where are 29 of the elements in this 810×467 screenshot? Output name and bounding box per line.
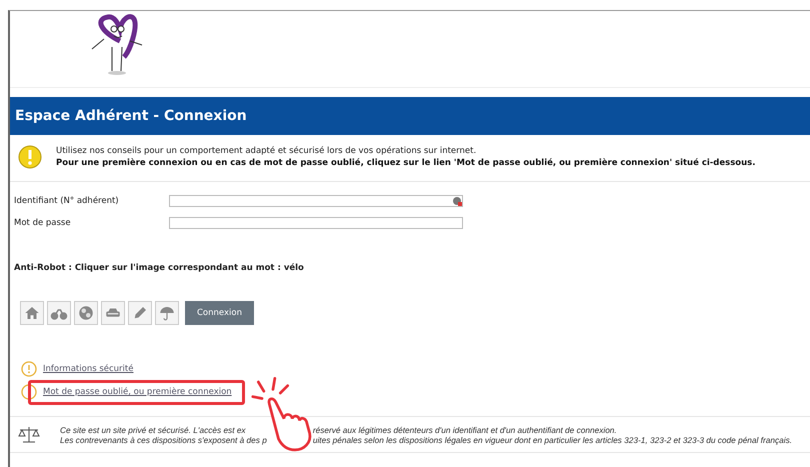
text-link[interactable]: Informations sécurité	[43, 364, 134, 374]
umbrella-icon	[158, 304, 176, 322]
text-link[interactable]: Mot de passe oublié, ou première connexion	[43, 387, 232, 397]
input-field[interactable]	[169, 195, 463, 207]
captcha-tile[interactable]	[74, 301, 98, 325]
notice-text: Utilisez nos conseils pour un comportement adapté et sécurisé lors de vos opérations sur internet.	[56, 146, 478, 156]
house-icon	[23, 304, 41, 322]
legal-text: uites pénales selon les dispositions légales en vigueur dont en particulier les articles 323-1, 323-2 et 323-3 du code pénal français.	[312, 435, 792, 445]
legal-text: réservé aux légitimes détenteurs d'un identifiant et d'un authentifiant de connexion.	[312, 425, 618, 435]
anti-robot-instruction: Anti-Robot : Cliquer sur l'image correspondant au mot : vélo	[14, 263, 305, 273]
notice-instruction: Pour une première connexion ou en cas de mot de passe oublié, cliquez sur le lien 'Mot de passe oublié, ou première connexion' situé ci-dessous.	[56, 158, 756, 168]
captcha-tile[interactable]	[47, 301, 71, 325]
captcha-tile[interactable]	[101, 301, 125, 325]
warning-icon	[18, 145, 42, 169]
field-label: Mot de passe	[14, 218, 72, 228]
field-label: Identifiant (N° adhérent)	[14, 196, 120, 206]
captcha-tile[interactable]	[128, 301, 152, 325]
alert-icon	[21, 361, 37, 377]
input-field[interactable]	[169, 217, 463, 229]
keyboard-icon	[452, 196, 462, 206]
login-button[interactable]: Connexion	[185, 301, 254, 325]
scales-icon	[18, 425, 40, 445]
ball-icon	[77, 304, 95, 322]
legal-text: Ce site est un site privé et sécurisé. L'accès est ex	[60, 425, 247, 435]
page-title: Espace Adhérent - Connexion	[15, 108, 247, 124]
captcha-tile[interactable]	[20, 301, 44, 325]
captcha-tile[interactable]	[155, 301, 179, 325]
legal-text: Les contrevenants à ces dispositions s'exposent à des p	[60, 435, 267, 445]
alert-icon	[21, 384, 37, 400]
